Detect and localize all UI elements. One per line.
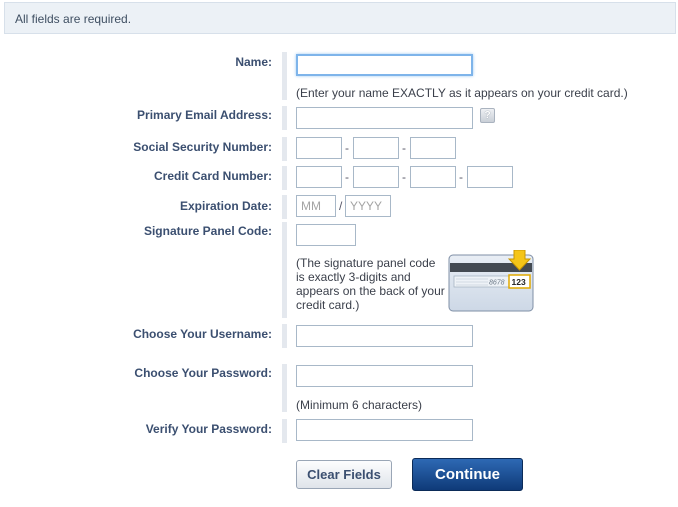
cvv-digits: 123 [512, 277, 526, 287]
expiration-slash: / [339, 199, 343, 213]
card-part4-input[interactable] [467, 166, 513, 188]
ssn-row-bar [282, 137, 287, 161]
name-input[interactable] [296, 54, 473, 76]
required-notice: All fields are required. [4, 2, 676, 34]
card-label: Credit Card Number: [153, 169, 272, 183]
card-part1-input[interactable] [296, 166, 342, 188]
username-label: Choose Your Username: [133, 327, 272, 341]
name-row-bar [282, 52, 287, 100]
continue-button[interactable]: Continue [412, 458, 523, 491]
required-notice-text: All fields are required. [15, 12, 132, 26]
verify-password-input[interactable] [296, 419, 473, 441]
username-row-bar [282, 324, 287, 348]
card-dash-2: - [402, 170, 406, 184]
expiration-year-input[interactable] [345, 195, 391, 217]
verify-password-label: Verify Your Password: [145, 422, 272, 436]
ssn-label: Social Security Number: [133, 140, 272, 154]
ssn-dash-2: - [402, 141, 406, 155]
ssn-part2-input[interactable] [353, 137, 399, 159]
password-input[interactable] [296, 365, 473, 387]
password-label: Choose Your Password: [134, 366, 272, 380]
verify-row-bar [282, 419, 287, 443]
ssn-dash-1: - [345, 141, 349, 155]
expiration-month-input[interactable] [296, 195, 336, 217]
ssn-part3-input[interactable] [410, 137, 456, 159]
signature-hint: (The signature panel code is exactly 3-d… [296, 256, 445, 312]
email-row-bar [282, 106, 287, 130]
password-hint: (Minimum 6 characters) [296, 398, 423, 412]
ssn-part1-input[interactable] [296, 137, 342, 159]
username-input[interactable] [296, 325, 473, 347]
clear-fields-button[interactable]: Clear Fields [296, 460, 392, 489]
card-part2-input[interactable] [353, 166, 399, 188]
email-label: Primary Email Address: [137, 108, 272, 122]
signature-label: Signature Panel Code: [143, 224, 272, 238]
card-row-bar [282, 166, 287, 190]
password-row-bar [282, 364, 287, 412]
signature-hint-line: appears on the back of your [296, 284, 445, 298]
signature-row-bar [282, 222, 287, 318]
expiration-label: Expiration Date: [179, 199, 272, 213]
signature-digits: 8678 [489, 280, 505, 287]
card-dash-1: - [345, 170, 349, 184]
email-input[interactable] [296, 107, 473, 129]
name-label: Name: [235, 55, 272, 69]
signature-code-input[interactable] [296, 224, 356, 246]
card-dash-3: - [459, 170, 463, 184]
expiration-row-bar [282, 195, 287, 219]
signature-hint-line: (The signature panel code [296, 256, 436, 270]
card-back-illustration: 8678 123 [448, 250, 534, 312]
signature-hint-line: credit card.) [296, 298, 360, 312]
name-hint: (Enter your name EXACTLY as it appears o… [296, 86, 628, 100]
signature-hint-line: is exactly 3-digits and [296, 270, 411, 284]
card-part3-input[interactable] [410, 166, 456, 188]
help-icon[interactable]: ? [480, 108, 495, 123]
